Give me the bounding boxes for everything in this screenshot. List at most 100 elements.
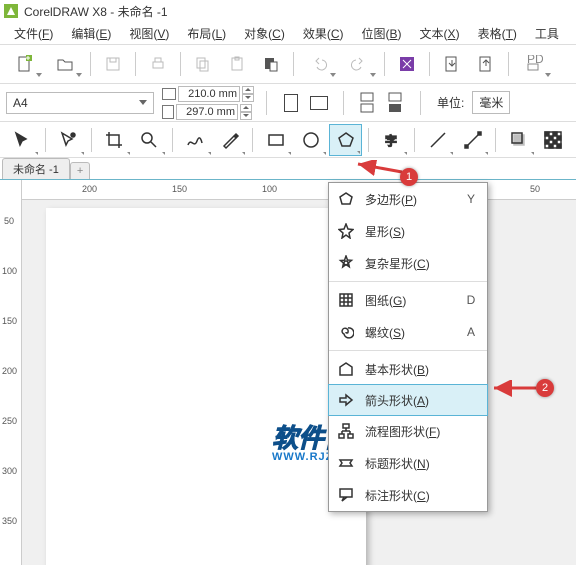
width-icon: [162, 88, 176, 100]
app-logo-icon: [4, 4, 18, 18]
document-tab[interactable]: 未命名 -1: [2, 158, 70, 179]
workspace: 50 100 150 200 250 300 350 200 150 100 5…: [0, 180, 576, 565]
menu-text[interactable]: 文本(X): [412, 23, 468, 44]
banner-icon: [337, 454, 355, 472]
new-button[interactable]: [6, 49, 44, 79]
publish-pdf-button[interactable]: PDF: [515, 49, 553, 79]
separator: [252, 128, 253, 152]
open-button[interactable]: [46, 49, 84, 79]
connector-tool[interactable]: [456, 124, 489, 156]
separator: [414, 128, 415, 152]
artistic-media-tool[interactable]: [214, 124, 247, 156]
crop-tool[interactable]: [98, 124, 131, 156]
document-tab-strip: 未命名 -1 +: [0, 158, 576, 180]
new-tab-button[interactable]: +: [70, 162, 90, 179]
dropdown-arrow-icon: [139, 100, 147, 105]
star-icon: [337, 222, 355, 240]
separator: [384, 52, 385, 76]
flowchart-icon: [337, 422, 355, 440]
separator: [495, 128, 496, 152]
rectangle-tool[interactable]: [259, 124, 292, 156]
menu-bar: 文件(F) 编辑(E) 视图(V) 布局(L) 对象(C) 效果(C) 位图(B…: [0, 22, 576, 44]
toolbox: 字: [0, 122, 576, 158]
parallel-dimension-tool[interactable]: [421, 124, 454, 156]
polygon-flyout-menu: 多边形(P) Y 星形(S) 复杂星形(C) 图纸(G) D 螺纹(S) A 基…: [328, 182, 488, 512]
basic-shapes-icon: [337, 360, 355, 378]
current-page-button[interactable]: [384, 89, 408, 117]
standard-toolbar: PDF: [0, 44, 576, 84]
paper-size-value: A4: [13, 96, 28, 110]
landscape-button[interactable]: [307, 89, 331, 117]
flyout-spiral[interactable]: 螺纹(S) A: [329, 316, 487, 348]
polygon-tool[interactable]: [329, 124, 362, 156]
flyout-graph-paper[interactable]: 图纸(G) D: [329, 284, 487, 316]
menu-view[interactable]: 视图(V): [121, 23, 177, 44]
transparency-tool[interactable]: [537, 124, 570, 156]
page-height-input[interactable]: [176, 104, 238, 120]
annotation-marker-2: 2: [536, 379, 554, 397]
portrait-button[interactable]: [279, 89, 303, 117]
annotation-arrow-2: [490, 380, 540, 400]
drop-shadow-tool[interactable]: [502, 124, 535, 156]
flyout-banner-shapes[interactable]: 标题形状(N): [329, 447, 487, 479]
callout-icon: [337, 486, 355, 504]
menu-table[interactable]: 表格(T): [470, 23, 525, 44]
separator: [329, 281, 487, 282]
width-spinner[interactable]: [242, 86, 254, 102]
flyout-arrow-shapes[interactable]: 箭头形状(A): [328, 384, 488, 416]
search-content-button[interactable]: [391, 49, 423, 79]
menu-tools[interactable]: 工具: [527, 23, 567, 44]
menu-bitmaps[interactable]: 位图(B): [354, 23, 410, 44]
separator: [172, 128, 173, 152]
pick-tool[interactable]: [6, 124, 39, 156]
shape-tool[interactable]: [52, 124, 85, 156]
separator: [508, 52, 509, 76]
separator: [180, 52, 181, 76]
separator: [45, 128, 46, 152]
separator: [266, 91, 267, 115]
clipboard-button[interactable]: [255, 49, 287, 79]
flyout-complex-star[interactable]: 复杂星形(C): [329, 247, 487, 279]
all-pages-button[interactable]: [356, 89, 380, 117]
arrow-shapes-icon: [337, 391, 355, 409]
copy-button[interactable]: [187, 49, 219, 79]
flyout-callout-shapes[interactable]: 标注形状(C): [329, 479, 487, 511]
freehand-tool[interactable]: [179, 124, 212, 156]
export-button[interactable]: [470, 49, 502, 79]
page-width-input[interactable]: [178, 86, 240, 102]
flyout-flowchart-shapes[interactable]: 流程图形状(F): [329, 415, 487, 447]
redo-button[interactable]: [340, 49, 378, 79]
menu-edit[interactable]: 编辑(E): [63, 23, 119, 44]
print-button[interactable]: [142, 49, 174, 79]
text-tool[interactable]: 字: [375, 124, 408, 156]
zoom-tool[interactable]: [133, 124, 166, 156]
annotation-marker-1: 1: [400, 168, 418, 186]
undo-button[interactable]: [300, 49, 338, 79]
menu-object[interactable]: 对象(C): [236, 23, 293, 44]
svg-text:字: 字: [385, 133, 397, 148]
paper-size-select[interactable]: A4: [6, 92, 154, 114]
horizontal-ruler[interactable]: 200 150 100 50: [22, 180, 576, 200]
separator: [429, 52, 430, 76]
paste-button[interactable]: [221, 49, 253, 79]
polygon-icon: [337, 190, 355, 208]
menu-layout[interactable]: 布局(L): [179, 23, 234, 44]
window-title: CorelDRAW X8 - 未命名 -1: [24, 3, 168, 20]
vertical-ruler[interactable]: 50 100 150 200 250 300 350: [0, 180, 22, 565]
separator: [91, 128, 92, 152]
title-bar: CorelDRAW X8 - 未命名 -1: [0, 0, 576, 22]
spiral-icon: [337, 323, 355, 341]
separator: [135, 52, 136, 76]
ellipse-tool[interactable]: [294, 124, 327, 156]
menu-file[interactable]: 文件(F): [6, 23, 61, 44]
separator: [420, 91, 421, 115]
height-icon: [162, 105, 174, 119]
separator: [368, 128, 369, 152]
flyout-basic-shapes[interactable]: 基本形状(B): [329, 353, 487, 385]
unit-value[interactable]: 毫米: [472, 91, 510, 114]
save-button[interactable]: [97, 49, 129, 79]
menu-effects[interactable]: 效果(C): [295, 23, 352, 44]
import-button[interactable]: [436, 49, 468, 79]
flyout-star[interactable]: 星形(S): [329, 215, 487, 247]
height-spinner[interactable]: [240, 104, 252, 120]
